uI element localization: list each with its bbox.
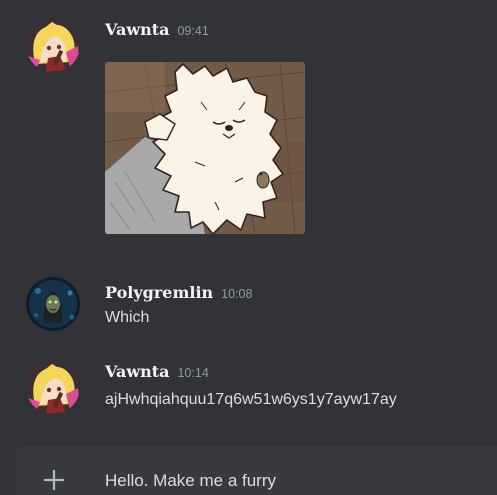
message-composer: Hello. Make me a furry (16, 446, 497, 495)
anime-character-avatar-icon (26, 360, 80, 414)
message: Vawnta 09:41 (0, 0, 497, 250)
username[interactable]: Vawnta (105, 20, 169, 39)
username[interactable]: Polygremlin (105, 283, 213, 302)
plus-icon[interactable] (42, 468, 66, 492)
message-content: Which (105, 309, 150, 326)
anime-character-avatar-icon (26, 18, 80, 72)
furry-drawing-image (105, 62, 305, 234)
dark-creature-avatar-icon (26, 277, 80, 331)
chat-view: Vawnta 09:41 Polygremlin 10:08 Which Vaw… (0, 0, 497, 495)
message: Polygremlin 10:08 Which (0, 250, 497, 340)
timestamp: 10:08 (221, 287, 253, 301)
timestamp: 09:41 (177, 24, 209, 38)
message: Vawnta 10:14 ajHwhqiahquu17q6w51w6ys1y7a… (0, 340, 497, 430)
message-content: ajHwhqiahquu17q6w51w6ys1y7ayw17ay (105, 391, 397, 408)
user-avatar[interactable] (26, 360, 80, 414)
message-input[interactable]: Hello. Make me a furry (105, 471, 276, 491)
user-avatar[interactable] (26, 277, 80, 331)
username[interactable]: Vawnta (105, 362, 169, 381)
image-attachment[interactable] (105, 62, 305, 234)
timestamp: 10:14 (177, 366, 209, 380)
user-avatar[interactable] (26, 18, 80, 72)
